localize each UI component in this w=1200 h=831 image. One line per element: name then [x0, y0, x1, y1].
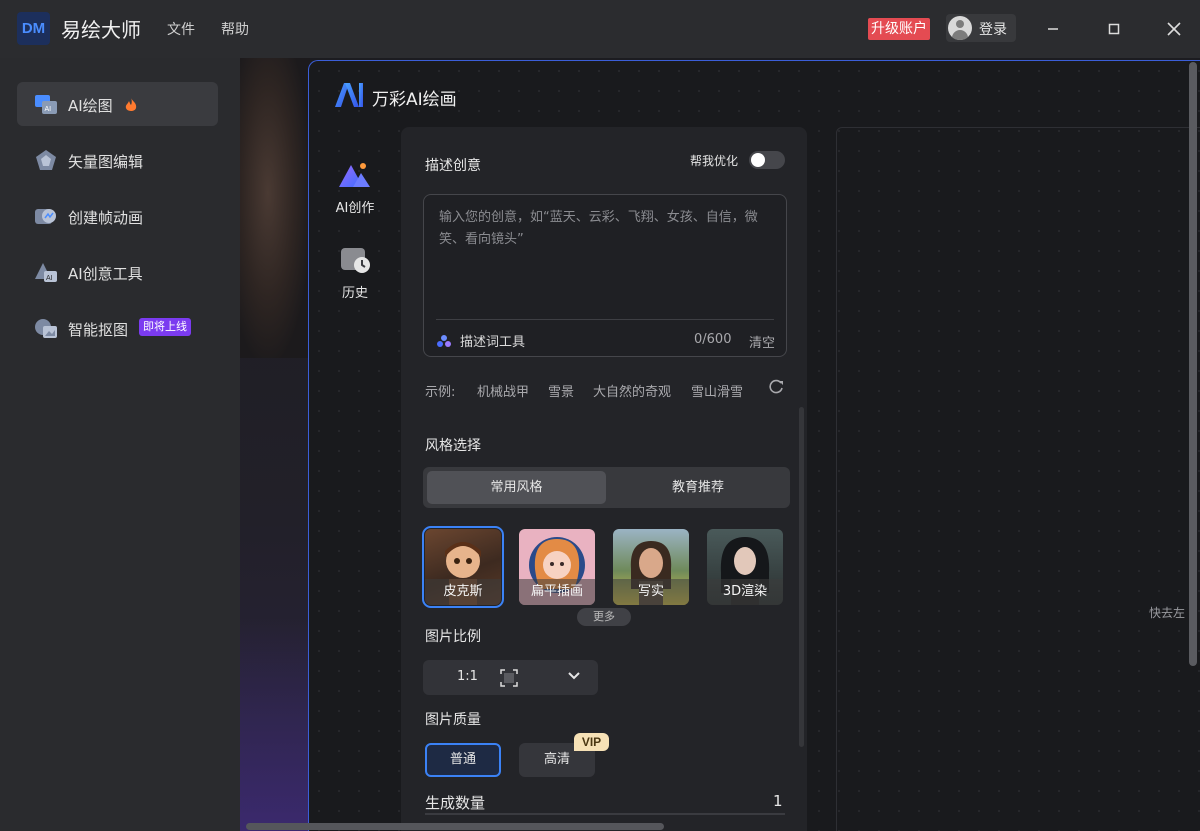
tab-common-styles[interactable]: 常用风格: [427, 471, 606, 504]
ai-creative-tools-icon: AI: [34, 261, 58, 283]
ratio-value: 1:1: [457, 669, 478, 684]
minimize-icon: [1047, 23, 1059, 35]
frame-animation-icon: [34, 205, 58, 227]
login-button[interactable]: 登录: [946, 14, 1016, 42]
history-icon: [339, 246, 371, 274]
more-styles-button[interactable]: 更多: [577, 608, 631, 626]
tool-ai-create-label: AI创作: [325, 197, 385, 216]
clear-button[interactable]: 清空: [749, 332, 775, 351]
tool-history[interactable]: 历史: [325, 246, 385, 301]
sidebar-item-ai-drawing[interactable]: AI AI绘图: [17, 82, 218, 126]
sidebar-item-smart-cutout[interactable]: 智能抠图 即将上线: [17, 306, 218, 350]
prompt-input[interactable]: 输入您的创意，如“蓝天、云彩、飞翔、女孩、自信，微笑、看向镜头” 描述词工具 0…: [423, 194, 787, 357]
quality-normal-button[interactable]: 普通: [425, 743, 501, 777]
style-tabs: 常用风格 教育推荐: [423, 467, 790, 508]
style-card-label: 3D渲染: [707, 579, 783, 605]
ratio-select[interactable]: 1:1: [423, 660, 598, 695]
sidebar-item-label: AI创意工具: [68, 263, 143, 284]
fire-icon: [124, 97, 138, 113]
tab-education[interactable]: 教育推荐: [610, 471, 786, 504]
style-card-label: 皮克斯: [425, 579, 501, 605]
ratio-square-icon: [500, 669, 518, 687]
textarea-divider: [436, 319, 774, 320]
example-chip[interactable]: 机械战甲: [477, 381, 529, 400]
example-chip[interactable]: 雪景: [548, 381, 574, 400]
examples-label: 示例:: [425, 381, 455, 400]
count-title: 生成数量: [425, 792, 485, 813]
sidebar-item-frame-animation[interactable]: 创建帧动画: [17, 194, 218, 238]
prompt-tool-label: 描述词工具: [460, 331, 525, 350]
ai-drawing-icon: AI: [34, 93, 58, 115]
close-icon: [1167, 22, 1181, 36]
svg-text:AI: AI: [46, 275, 53, 282]
tool-ai-create[interactable]: AI创作: [325, 161, 385, 216]
tool-history-label: 历史: [325, 282, 385, 301]
form-scrollbar[interactable]: [799, 407, 804, 747]
refresh-icon[interactable]: [767, 378, 785, 396]
menu-file[interactable]: 文件: [167, 19, 195, 39]
maximize-icon: [1108, 23, 1120, 35]
vector-edit-icon: [34, 149, 58, 171]
example-chip[interactable]: 雪山滑雪: [691, 381, 743, 400]
app-logo: DM: [17, 12, 50, 45]
preview-area: 快去左: [836, 127, 1200, 831]
upgrade-account-button[interactable]: 升级账户: [868, 18, 930, 40]
sidebar-item-label: 智能抠图: [68, 319, 128, 340]
menu-help[interactable]: 帮助: [221, 19, 249, 39]
sidebar-item-label: AI绘图: [68, 95, 113, 116]
background-glow: [240, 618, 310, 831]
sidebar-item-label: 创建帧动画: [68, 207, 143, 228]
sidebar: AI AI绘图 矢量图编辑 创建帧动画 AI AI创意工具: [0, 58, 240, 831]
prompt-placeholder: 输入您的创意，如“蓝天、云彩、飞翔、女孩、自信，微笑、看向镜头”: [439, 207, 774, 251]
title-bar: DM 易绘大师 文件 帮助 升级账户 登录: [0, 0, 1200, 58]
style-card-pixar[interactable]: 皮克斯: [425, 529, 501, 605]
preview-hint: 快去左: [1149, 604, 1185, 621]
app-name: 易绘大师: [61, 14, 141, 43]
prompt-tool-button[interactable]: 描述词工具: [436, 331, 525, 350]
style-card-flat[interactable]: 扁平插画: [519, 529, 595, 605]
smart-cutout-icon: [34, 317, 58, 339]
login-label: 登录: [979, 19, 1007, 39]
ai-create-icon: [339, 161, 371, 189]
count-slider[interactable]: [425, 813, 785, 815]
describe-title: 描述创意: [425, 155, 481, 175]
sidebar-item-vector-edit[interactable]: 矢量图编辑: [17, 138, 218, 182]
count-value[interactable]: 1: [773, 792, 783, 810]
optimize-toggle[interactable]: [749, 151, 785, 169]
background-portrait: [240, 58, 310, 358]
optimize-label: 帮我优化: [690, 152, 738, 169]
svg-text:AI: AI: [45, 106, 52, 113]
panel-title: 万彩AI绘画: [372, 85, 457, 110]
example-chip[interactable]: 大自然的奇观: [593, 381, 671, 400]
coming-soon-badge: 即将上线: [139, 318, 191, 336]
char-counter: 0/600: [694, 332, 731, 347]
minimize-button[interactable]: [1038, 14, 1068, 44]
prompt-tool-icon: [436, 334, 452, 348]
sidebar-item-ai-creative-tools[interactable]: AI AI创意工具: [17, 250, 218, 294]
style-card-label: 扁平插画: [519, 579, 595, 605]
horizontal-scrollbar[interactable]: [246, 823, 664, 830]
vertical-scrollbar[interactable]: [1189, 62, 1197, 666]
style-card-3d[interactable]: 3D渲染: [707, 529, 783, 605]
sidebar-item-label: 矢量图编辑: [68, 151, 143, 172]
style-card-realistic[interactable]: 写实: [613, 529, 689, 605]
quality-title: 图片质量: [425, 709, 481, 729]
chevron-down-icon: [567, 671, 581, 681]
maximize-button[interactable]: [1099, 14, 1129, 44]
ratio-title: 图片比例: [425, 626, 481, 646]
ai-painting-panel: 万彩AI绘画 AI创作 历史 描述创意 帮我优化 输入您的创意，如“蓝天、云彩、…: [308, 60, 1200, 831]
brand-logo-icon: [333, 81, 365, 109]
avatar-icon: [948, 16, 972, 40]
style-title: 风格选择: [425, 435, 481, 455]
vip-badge: VIP: [574, 733, 609, 751]
style-card-label: 写实: [613, 579, 689, 605]
create-form: 描述创意 帮我优化 输入您的创意，如“蓝天、云彩、飞翔、女孩、自信，微笑、看向镜…: [401, 127, 807, 831]
close-button[interactable]: [1159, 14, 1189, 44]
